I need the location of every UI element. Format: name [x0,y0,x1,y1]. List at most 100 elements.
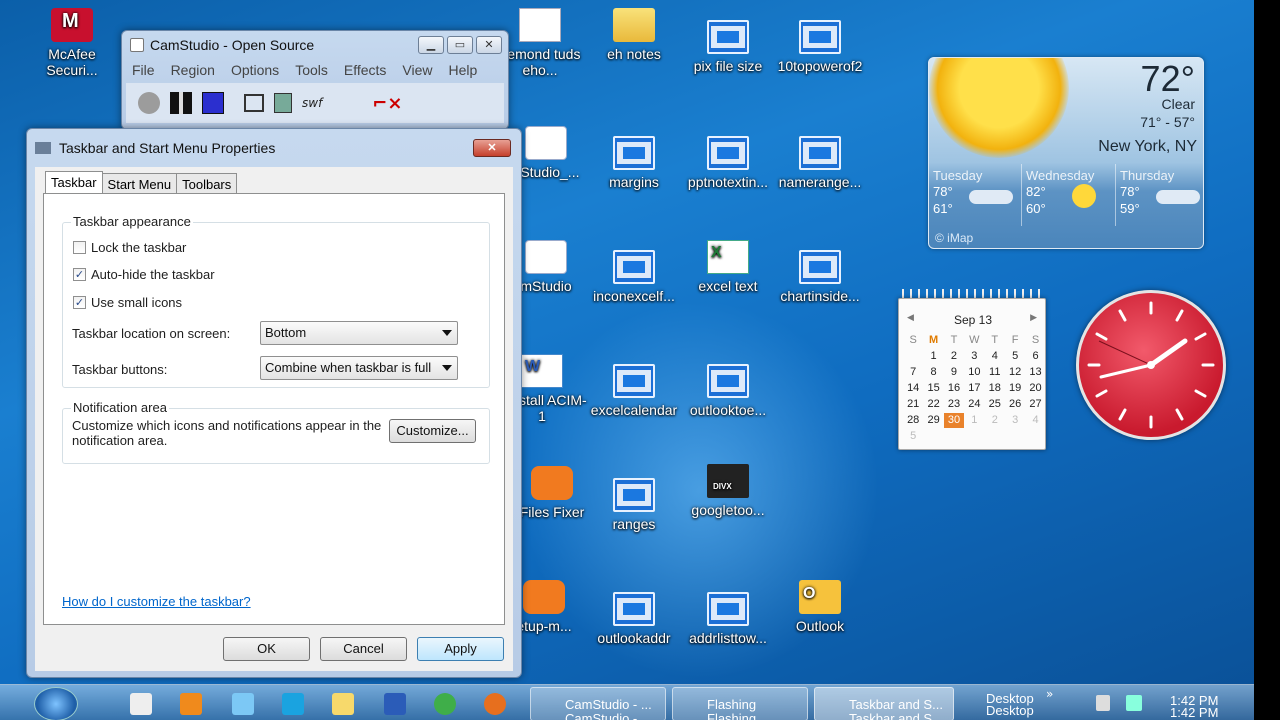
tray-icon[interactable] [1096,695,1110,711]
pinned-app-icon[interactable] [232,693,254,715]
desktop-icon-googletoo[interactable]: googletoo... [682,464,774,518]
next-month-icon[interactable]: ▶ [1030,313,1037,323]
annotate-icon[interactable] [274,93,292,113]
autopan-icon[interactable]: ⌐× [372,93,402,114]
calendar-day[interactable]: 2 [944,349,964,364]
calendar-day[interactable]: 11 [985,365,1005,380]
calendar-day[interactable]: 29 [923,413,943,428]
camstudio-window[interactable]: CamStudio - Open Source ▁ ▭ ✕ File Regio… [121,30,509,130]
calendar-day[interactable]: 9 [944,365,964,380]
start-button[interactable] [34,687,78,720]
menu-file[interactable]: File [132,62,155,78]
swf-icon[interactable]: swf [302,96,322,110]
desktop-icon-addrlisttow[interactable]: addrlisttow... [682,592,774,646]
clock-display[interactable]: 1:42 PM 1:42 PM [1170,694,1218,719]
calendar-day[interactable]: 21 [903,397,923,412]
calendar-day[interactable]: 15 [923,381,943,396]
calendar-day[interactable]: 10 [964,365,984,380]
desktop-icon-chartinside[interactable]: chartinside... [774,250,866,304]
calendar-day[interactable]: 28 [903,413,923,428]
menu-help[interactable]: Help [449,62,478,78]
calendar-day[interactable]: 23 [944,397,964,412]
menu-effects[interactable]: Effects [344,62,387,78]
ok-button[interactable]: OK [223,637,310,661]
desktop-icon-outlooktoe[interactable]: outlooktoe... [682,364,774,418]
calendar-day[interactable]: 18 [985,381,1005,396]
desktop-icon-pptnotextin[interactable]: pptnotextin... [682,136,774,190]
weather-gadget[interactable]: 72° Clear 71° - 57° New York, NY Tuesday… [928,57,1204,249]
maximize-button[interactable]: ▭ [447,36,473,54]
calendar-day[interactable]: 19 [1005,381,1025,396]
calendar-day[interactable]: 30 [943,413,965,428]
calendar-day[interactable]: 12 [1005,365,1025,380]
task-flashing[interactable]: Flashing Flashing [672,687,808,720]
pinned-app-icon[interactable] [332,693,354,715]
calendar-day[interactable]: 13 [1025,365,1045,380]
task-taskbar-properties[interactable]: Taskbar and S... Taskbar and S... [814,687,954,720]
menu-view[interactable]: View [402,62,432,78]
lock-taskbar-checkbox[interactable] [73,241,86,254]
pinned-app-icon[interactable] [282,693,304,715]
clock-gadget[interactable] [1076,290,1226,440]
record-icon[interactable] [138,92,160,114]
calendar-day[interactable]: 16 [944,381,964,396]
calendar-day[interactable]: 1 [964,413,984,428]
calendar-day[interactable]: 26 [1005,397,1025,412]
desktop-icon-10topowerof2[interactable]: 10topowerof2 [774,20,866,74]
calendar-gadget[interactable]: ◀ Sep 13 ▶ S M T W T F S 1 2 3 4 5 6 7 8 9 10 11 12… [898,298,1046,450]
region-icon[interactable] [244,94,264,112]
chevron-right-icon[interactable]: » [1046,687,1053,701]
calendar-day[interactable]: 7 [903,365,923,380]
desktop-icon-inconexcelf[interactable]: inconexcelf... [588,250,680,304]
dialog-titlebar[interactable]: Taskbar and Start Menu Properties ✕ [27,129,521,167]
menu-tools[interactable]: Tools [295,62,328,78]
calendar-day[interactable]: 1 [923,349,943,364]
close-button[interactable]: ✕ [476,36,502,54]
desktop-icon-outlookaddr[interactable]: outlookaddr [588,592,680,646]
desktop-icon-excelcalendar[interactable]: excelcalendar [588,364,680,418]
calendar-day[interactable]: 24 [964,397,984,412]
help-link[interactable]: How do I customize the taskbar? [62,594,251,609]
calendar-day[interactable]: 20 [1025,381,1045,396]
pinned-app-icon[interactable] [180,693,202,715]
cancel-button[interactable]: Cancel [320,637,407,661]
calendar-day[interactable]: 14 [903,381,923,396]
buttons-select[interactable]: Combine when taskbar is full [260,356,458,380]
calendar-day[interactable]: 25 [985,397,1005,412]
dialog-close-button[interactable]: ✕ [473,139,511,157]
calendar-day[interactable]: 2 [985,413,1005,428]
calendar-day[interactable]: 22 [923,397,943,412]
desktop-toolbar[interactable]: Desktop Desktop [986,692,1034,717]
location-select[interactable]: Bottom [260,321,458,345]
tray-icon[interactable] [1126,695,1142,711]
pinned-app-icon[interactable] [434,693,456,715]
calendar-day[interactable]: 5 [903,429,923,444]
small-icons-checkbox[interactable]: ✓ [73,296,86,309]
calendar-day[interactable]: 4 [985,349,1005,364]
customize-button[interactable]: Customize... [389,419,476,443]
calendar-day[interactable]: 4 [1025,413,1045,428]
desktop-icon-pix-file-size[interactable]: pix file size [682,20,774,74]
calendar-day[interactable]: 3 [1005,413,1025,428]
pause-icon[interactable] [170,92,192,114]
desktop-icon-eh-notes[interactable]: eh notes [588,8,680,62]
calendar-day[interactable]: 27 [1025,397,1045,412]
calendar-day[interactable]: 6 [1025,349,1045,364]
pinned-app-icon[interactable] [484,693,506,715]
menu-region[interactable]: Region [171,62,215,78]
desktop-icon-namerange[interactable]: namerange... [774,136,866,190]
desktop-icon-ranges[interactable]: ranges [588,478,680,532]
calendar-day[interactable]: 5 [1005,349,1025,364]
calendar-day[interactable]: 8 [923,365,943,380]
desktop-icon-excel-text[interactable]: excel text [682,240,774,294]
calendar-day[interactable] [903,349,923,364]
desktop-icon-outlook[interactable]: Outlook [774,580,866,634]
menu-options[interactable]: Options [231,62,279,78]
desktop-icon-margins[interactable]: margins [588,136,680,190]
pinned-app-icon[interactable] [384,693,406,715]
taskbar-properties-dialog[interactable]: Taskbar and Start Menu Properties ✕ Task… [26,128,522,678]
calendar-day[interactable]: 3 [964,349,984,364]
pinned-app-icon[interactable] [130,693,152,715]
desktop-icon-mcafee[interactable]: McAfee Securi... [26,8,118,78]
stop-icon[interactable] [202,92,224,114]
